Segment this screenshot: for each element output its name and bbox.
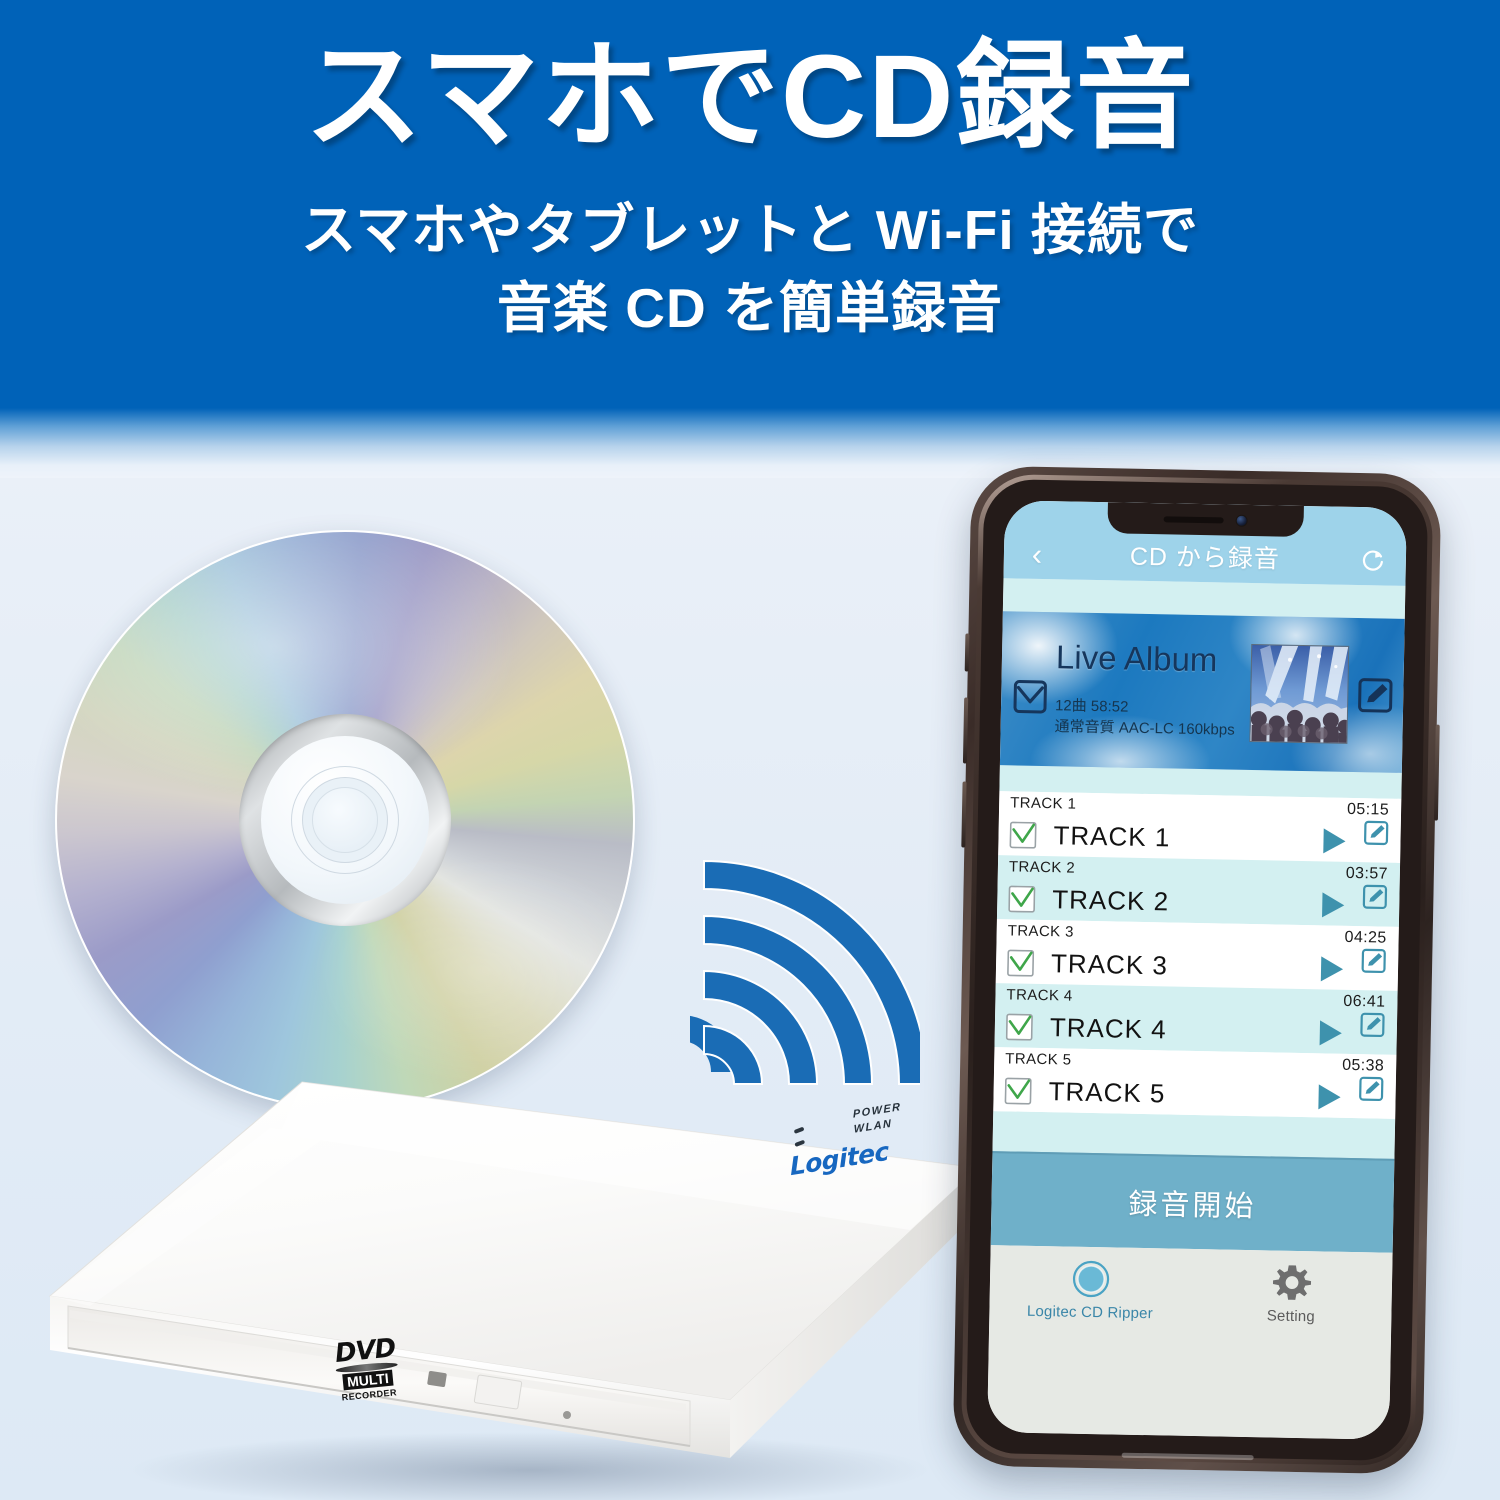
album-quality: 通常音質 AAC-LC 160kbps <box>1054 718 1235 739</box>
play-icon <box>1323 828 1346 854</box>
track-edit-button[interactable] <box>1360 1012 1385 1038</box>
track-name: TRACK 5 <box>1048 1076 1166 1109</box>
track-checkbox[interactable] <box>1008 885 1036 913</box>
play-icon <box>1322 892 1345 918</box>
phone-mute-switch[interactable] <box>964 633 970 672</box>
front-camera <box>1235 514 1248 527</box>
page-title: CD から録音 <box>1129 542 1281 574</box>
table-row[interactable]: TRACK 1 05:15 TRACK 1 <box>998 791 1402 863</box>
track-list: TRACK 1 05:15 TRACK 1 TRACK 2 03:57 TRAC… <box>993 791 1402 1119</box>
table-row[interactable]: TRACK 5 05:38 TRACK 5 <box>993 1047 1397 1119</box>
track-name: TRACK 2 <box>1052 884 1170 917</box>
tab-setting[interactable]: Setting <box>1198 1259 1384 1327</box>
start-recording-button[interactable]: 録音開始 <box>990 1151 1395 1253</box>
disc-circle-icon <box>1068 1257 1113 1302</box>
phone-body: ‹ CD から録音 Live Album 12曲 58:52 通常音質 AAC-… <box>965 478 1429 1462</box>
gear-icon <box>1269 1260 1314 1305</box>
play-button[interactable] <box>1316 953 1348 985</box>
phone-power-button[interactable] <box>1433 724 1440 821</box>
chevron-left-icon: ‹ <box>1031 536 1043 572</box>
album-checkbox[interactable] <box>1013 679 1048 714</box>
cd-center-hole <box>312 787 378 853</box>
refresh-icon <box>1362 550 1383 571</box>
track-edit-button[interactable] <box>1359 1076 1384 1102</box>
bottom-tab-bar: Logitec CD Ripper Setting <box>987 1245 1393 1440</box>
banner-subtitle-line1: スマホやタブレットと Wi-Fi 接続で <box>301 199 1199 262</box>
banner-title: スマホでCD録音 <box>304 31 1196 163</box>
track-label: TRACK 1 <box>1010 794 1077 813</box>
track-checkbox[interactable] <box>1007 949 1035 977</box>
album-edit-button[interactable] <box>1357 677 1394 714</box>
track-edit-button[interactable] <box>1363 820 1389 846</box>
edit-pencil-icon <box>1362 884 1388 910</box>
play-button[interactable] <box>1318 825 1350 857</box>
album-card[interactable]: Live Album 12曲 58:52 通常音質 AAC-LC 160kbps <box>999 611 1405 773</box>
banner-subtitle-line2: 音楽 CD を簡単録音 <box>496 277 1003 340</box>
edit-pencil-icon <box>1364 820 1389 846</box>
edit-pencil-icon <box>1360 1012 1385 1038</box>
refresh-button[interactable] <box>1356 543 1391 578</box>
track-label: TRACK 3 <box>1007 922 1075 941</box>
album-title: Live Album <box>1055 638 1218 679</box>
track-label: TRACK 4 <box>1006 986 1073 1005</box>
smartphone: ‹ CD から録音 Live Album 12曲 58:52 通常音質 AAC-… <box>952 465 1442 1475</box>
edit-pencil-icon <box>1359 1076 1384 1102</box>
track-duration: 06:41 <box>1343 992 1386 1011</box>
track-name: TRACK 1 <box>1053 820 1171 853</box>
play-button[interactable] <box>1317 889 1349 921</box>
header-banner: スマホでCD録音 スマホやタブレットと Wi-Fi 接続で 音楽 CD を簡単録… <box>0 0 1500 410</box>
table-row[interactable]: TRACK 2 03:57 TRACK 2 <box>996 855 1401 927</box>
tab-label-cd-ripper: Logitec CD Ripper <box>1026 1302 1154 1323</box>
table-row[interactable]: TRACK 3 04:25 TRACK 3 <box>995 919 1399 991</box>
back-button[interactable]: ‹ <box>1020 536 1055 572</box>
track-name: TRACK 4 <box>1049 1012 1167 1045</box>
product-image-stage: スマホでCD録音 スマホやタブレットと Wi-Fi 接続で 音楽 CD を簡単録… <box>0 0 1500 1500</box>
play-icon <box>1319 1020 1342 1046</box>
play-button[interactable] <box>1315 1017 1347 1049</box>
earpiece-speaker <box>1163 515 1224 523</box>
track-duration: 05:15 <box>1346 800 1390 819</box>
track-duration: 04:25 <box>1344 928 1387 947</box>
track-edit-button[interactable] <box>1361 948 1386 974</box>
edit-pencil-icon <box>1361 948 1386 974</box>
track-label: TRACK 5 <box>1005 1050 1072 1069</box>
play-button[interactable] <box>1313 1081 1345 1113</box>
tab-label-setting: Setting <box>1266 1307 1316 1326</box>
cd-disc <box>55 530 635 1110</box>
track-duration: 05:38 <box>1341 1056 1385 1075</box>
wifi-signal-icon <box>679 820 929 1090</box>
track-checkbox[interactable] <box>1004 1077 1032 1105</box>
table-row[interactable]: TRACK 4 06:41 TRACK 4 <box>994 983 1398 1055</box>
edit-pencil-icon <box>1358 678 1393 713</box>
track-edit-button[interactable] <box>1362 884 1388 910</box>
play-icon <box>1320 956 1344 982</box>
start-recording-label: 録音開始 <box>1128 1188 1257 1224</box>
track-name: TRACK 3 <box>1050 948 1169 981</box>
phone-notch <box>1107 502 1304 537</box>
track-checkbox[interactable] <box>1005 1013 1034 1041</box>
album-artwork <box>1249 643 1350 744</box>
play-icon <box>1318 1084 1341 1110</box>
track-checkbox[interactable] <box>1009 821 1037 849</box>
album-info: Live Album 12曲 58:52 通常音質 AAC-LC 160kbps <box>1046 638 1251 741</box>
phone-screen: ‹ CD から録音 Live Album 12曲 58:52 通常音質 AAC-… <box>987 500 1407 1440</box>
dvd-multi-recorder-logo: DVD MULTI RECORDER <box>309 1333 424 1406</box>
banner-gradient-fade <box>0 408 1500 478</box>
track-duration: 03:57 <box>1345 864 1389 883</box>
track-label: TRACK 2 <box>1008 858 1076 877</box>
tab-cd-ripper[interactable]: Logitec CD Ripper <box>997 1255 1183 1323</box>
